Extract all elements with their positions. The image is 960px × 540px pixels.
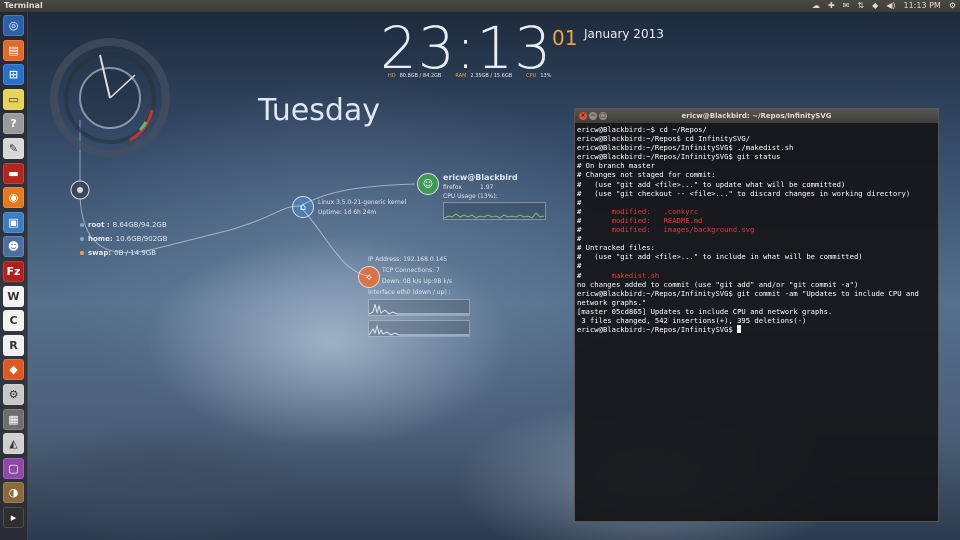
terminal-line: no changes added to commit (use "git add… <box>577 279 859 289</box>
workspace-switcher-icon[interactable]: ▦ <box>3 408 24 430</box>
terminal-line: # (use "git add <file>..." to update wha… <box>577 179 846 189</box>
active-window-title: Terminal <box>4 1 43 10</box>
terminal-line: # modified: .conkyrc <box>577 206 699 216</box>
terminal-line: # modified: images/background.svg <box>577 225 755 235</box>
rstudio-icon[interactable]: R <box>3 334 24 356</box>
terminal-line: # modified: README.md <box>577 215 703 225</box>
system-tray: ☁ ✚ ✉ ⇅ ◆ ◀) 11:13 PM ⚙ <box>812 0 956 12</box>
remote-desktop-icon[interactable]: ▣ <box>3 211 24 233</box>
notes-icon[interactable]: ▭ <box>3 88 24 110</box>
keyboard-icon[interactable]: ⇅ <box>857 0 864 12</box>
xchat-icon[interactable]: ☻ <box>3 236 24 258</box>
terminal-line: network graphs." <box>577 297 647 307</box>
session-gear-icon[interactable]: ⚙ <box>949 0 956 12</box>
terminal-cursor <box>737 325 742 334</box>
terminal-line: # makedist.sh <box>577 270 660 280</box>
conky-connector-line <box>299 183 416 207</box>
top-panel: Terminal ☁ ✚ ✉ ⇅ ◆ ◀) 11:13 PM ⚙ <box>0 0 960 12</box>
close-icon[interactable]: × <box>579 112 587 120</box>
terminal-line: ericw@Blackbird:~/Repos/InfinitySVG$ ./m… <box>577 143 794 153</box>
terminal-titlebar[interactable]: × − □ ericw@Blackbird: ~/Repos/InfinityS… <box>575 109 938 123</box>
terminal-line: ericw@Blackbird:~/Repos/InfinitySVG$ git… <box>577 152 781 162</box>
settings-icon[interactable]: ⚙ <box>3 384 24 405</box>
unity-launcher: ◎ ▤ ⊞ ▭? ✎ ▬ ◉ ▣ ☻ Fz W C R ◆ ⚙ ▦ ◭ ▢ ◑ ▸ <box>0 12 28 540</box>
terminal-title: ericw@Blackbird: ~/Repos/InfinitySVG <box>681 112 832 120</box>
wifi-icon[interactable]: ◆ <box>872 0 878 12</box>
ubuntu-dash-icon[interactable]: ◎ <box>3 15 24 36</box>
terminal-line: # Untracked files: <box>577 243 655 253</box>
clock-indicator[interactable]: 11:13 PM <box>904 0 941 12</box>
minimize-icon[interactable]: − <box>589 112 597 120</box>
terminal-line: # <box>577 261 582 271</box>
terminal-line: # On branch master <box>577 161 655 171</box>
terminal-line: ericw@Blackbird:~/Repos/InfinitySVG$ <box>577 325 936 334</box>
terminal-line: # (use "git add <file>..." to include in… <box>577 252 863 262</box>
conky-connector-line <box>299 205 369 277</box>
terminal-line: 3 files changed, 542 insertions(+), 395 … <box>577 315 807 325</box>
files-icon[interactable]: ▤ <box>3 39 24 61</box>
network-icon[interactable]: ✚ <box>828 0 835 12</box>
firefox-icon[interactable]: ◉ <box>3 187 24 209</box>
terminal-red-icon[interactable]: ▬ <box>3 162 24 184</box>
libreoffice-calc-icon[interactable]: C <box>3 310 24 332</box>
mail-icon[interactable]: ✉ <box>843 0 850 12</box>
software-center-icon[interactable]: ◆ <box>3 359 24 381</box>
terminal-output[interactable]: ericw@Blackbird:~$ cd ~/Repos/ericw@Blac… <box>575 123 938 521</box>
terminal-line: # <box>577 234 582 244</box>
maximize-icon[interactable]: □ <box>599 112 607 120</box>
clock-ring-gauge <box>50 38 170 158</box>
terminal-icon[interactable]: ▸ <box>3 507 24 528</box>
terminal-line: # (use "git checkout -- <file>..." to di… <box>577 188 911 198</box>
terminal-line: ericw@Blackbird:~/Repos$ cd InfinitySVG/ <box>577 134 751 144</box>
terminal-line: [master 05cd865] Updates to include CPU … <box>577 306 833 316</box>
conky-connector-line <box>79 189 301 253</box>
filezilla-icon[interactable]: Fz <box>3 261 24 282</box>
text-editor-icon[interactable]: ✎ <box>3 138 24 159</box>
terminal-window[interactable]: × − □ ericw@Blackbird: ~/Repos/InfinityS… <box>574 108 939 522</box>
sysmonitor-icon[interactable]: ⊞ <box>3 64 24 86</box>
terminal-line: # <box>577 197 582 207</box>
volume-icon[interactable]: ◀) <box>886 0 895 12</box>
display-icon[interactable]: ▢ <box>3 457 24 479</box>
terminal-line: ericw@Blackbird:~/Repos/InfinitySVG$ git… <box>577 288 919 298</box>
libreoffice-writer-icon[interactable]: W <box>3 285 24 307</box>
terminal-line: ericw@Blackbird:~$ cd ~/Repos/ <box>577 125 707 134</box>
inkscape-icon[interactable]: ◭ <box>3 433 24 455</box>
terminal-line: # Changes not staged for commit: <box>577 170 716 180</box>
help-icon[interactable]: ? <box>3 113 24 135</box>
gimp-icon[interactable]: ◑ <box>3 482 24 504</box>
dropbox-icon[interactable]: ☁ <box>812 0 820 12</box>
